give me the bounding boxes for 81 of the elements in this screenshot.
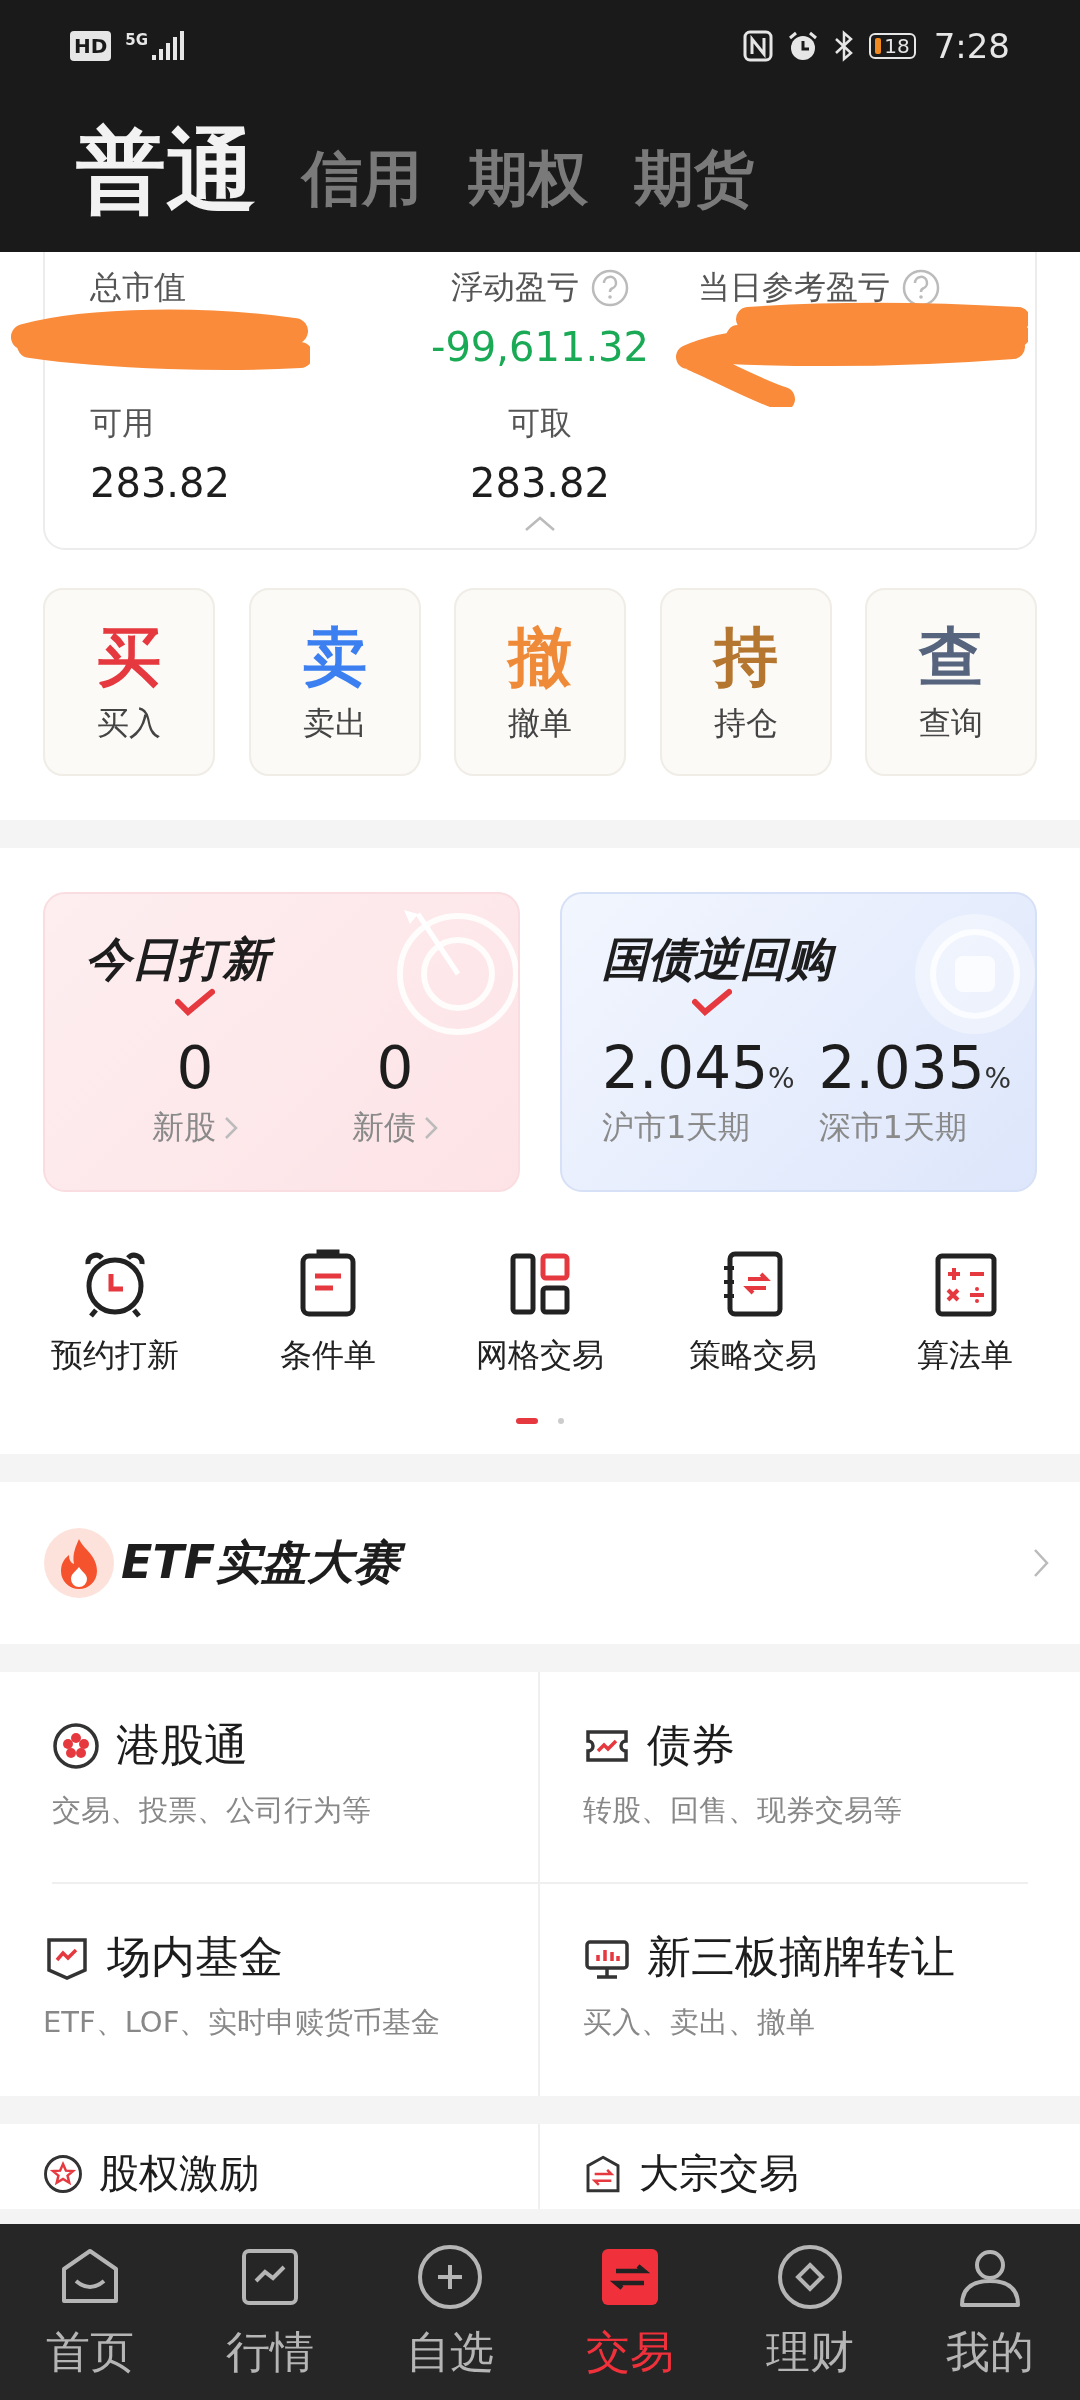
service-description: 转股、回售、现券交易等 (583, 1792, 903, 1829)
stat-label: 深市1天期 (818, 1106, 967, 1148)
service-title: 大宗交易 (639, 2149, 799, 2198)
stat-value: 2.045 (602, 1033, 769, 1102)
network-label: 5G (125, 31, 149, 49)
nav-tab[interactable]: 交易 (545, 2242, 715, 2382)
stat-value: 0 (176, 1033, 214, 1102)
action-button[interactable]: 卖 卖出 (248, 588, 421, 776)
field-value: 283.82 (90, 460, 230, 506)
field-value: 283.82 (470, 460, 610, 506)
service-item[interactable]: 场内基金 ETF、LOF、实时申赎货币基金 (0, 1884, 540, 2096)
battery-level: 18 (884, 36, 910, 56)
clock-time: 7:28 (933, 26, 1010, 66)
promo-title: 今日打新 (85, 930, 279, 990)
chevron-right-icon (424, 1115, 438, 1140)
service-item[interactable]: 大宗交易 (540, 2124, 1080, 2209)
nav-tab[interactable]: 首页 (5, 2242, 175, 2382)
field-label: 可用 (90, 403, 154, 444)
action-button[interactable]: 撤 撤单 (454, 588, 626, 776)
service-description: 买入、卖出、撤单 (583, 2004, 816, 2041)
nav-tab[interactable]: 我的 (905, 2242, 1075, 2382)
action-glyph: 持 (713, 619, 778, 696)
service-item[interactable]: 新三板摘牌转让 买入、卖出、撤单 (540, 1884, 1080, 2096)
alarm-icon (787, 30, 820, 62)
field-label: 总市值 (90, 267, 186, 308)
service-item[interactable]: 股权激励 (0, 2124, 540, 2209)
action-glyph: 查 (919, 619, 983, 696)
stat-value: 2.035 (818, 1033, 985, 1102)
field-label: 可取 (508, 403, 572, 444)
service-description: ETF、LOF、实时申赎货币基金 (43, 2004, 442, 2041)
service-item[interactable]: 债券 转股、回售、现券交易等 (540, 1672, 1028, 1884)
nfc-icon (743, 30, 774, 62)
nav-tab[interactable]: 理财 (725, 2242, 895, 2382)
signal-icon (150, 31, 185, 61)
add-icon (416, 2242, 484, 2311)
flower-emblem-icon (52, 1721, 100, 1770)
service-title: 新三板摘牌转让 (647, 1930, 955, 1984)
tool-label[interactable]: 网格交易 (476, 1334, 604, 1378)
service-title: 港股通 (116, 1718, 248, 1772)
field-label: 当日参考盈亏 (698, 267, 890, 308)
service-title: 场内基金 (107, 1930, 283, 1984)
service-title: 债券 (647, 1718, 735, 1772)
stat-unit: % (768, 1061, 795, 1095)
nav-tab[interactable]: 行情 (185, 2242, 355, 2382)
flame-icon (43, 1527, 115, 1599)
service-description: 交易、投票、公司行为等 (52, 1792, 372, 1829)
account-tab[interactable]: 普通 (76, 111, 256, 233)
page-indicator[interactable] (516, 1418, 538, 1424)
action-button[interactable]: 查 查询 (865, 588, 1037, 776)
check-icon (175, 987, 215, 1016)
stat-label: 沪市1天期 (602, 1106, 751, 1148)
action-glyph: 撤 (508, 619, 572, 696)
action-button[interactable]: 买 买入 (43, 588, 215, 776)
battery-fill (875, 38, 882, 54)
tool-label[interactable]: 策略交易 (688, 1334, 817, 1378)
promo-card[interactable]: 国债逆回购 2.045% 沪市1天期 2.035% 深市1天期 (560, 892, 1037, 1192)
account-tab[interactable]: 期权 (468, 124, 588, 220)
tool-label[interactable]: 算法单 (917, 1334, 1013, 1378)
banner[interactable]: ETF实盘大赛 (0, 1482, 1080, 1644)
check-icon (692, 987, 732, 1016)
tool-label[interactable]: 条件单 (279, 1334, 376, 1378)
account-tab[interactable]: 信用 (302, 124, 422, 220)
stat-unit: % (984, 1061, 1012, 1095)
nav-tab[interactable]: 自选 (365, 2242, 535, 2382)
promo-title: 国债逆回购 (602, 930, 842, 990)
action-glyph: 卖 (302, 619, 367, 696)
hd-badge: HD (70, 31, 112, 61)
banner-title: ETF实盘大赛 (121, 1532, 1026, 1594)
service-title: 股权激励 (99, 2149, 259, 2198)
action-glyph: 买 (97, 619, 161, 696)
stat-value: 0 (376, 1033, 414, 1102)
account-tab[interactable]: 期货 (634, 124, 754, 220)
field-label: 浮动盈亏 (451, 267, 579, 308)
action-button[interactable]: 持 持仓 (659, 588, 832, 776)
tool-label[interactable]: 预约打新 (51, 1334, 179, 1378)
chevron-right-icon (224, 1115, 238, 1140)
service-item[interactable]: 港股通 交易、投票、公司行为等 (52, 1672, 540, 1884)
chevron-right-icon (1032, 1547, 1050, 1579)
star-badge-icon (43, 2153, 83, 2194)
diamond-coin-icon (776, 2242, 844, 2311)
field-value: -99,611.32 (431, 324, 649, 370)
